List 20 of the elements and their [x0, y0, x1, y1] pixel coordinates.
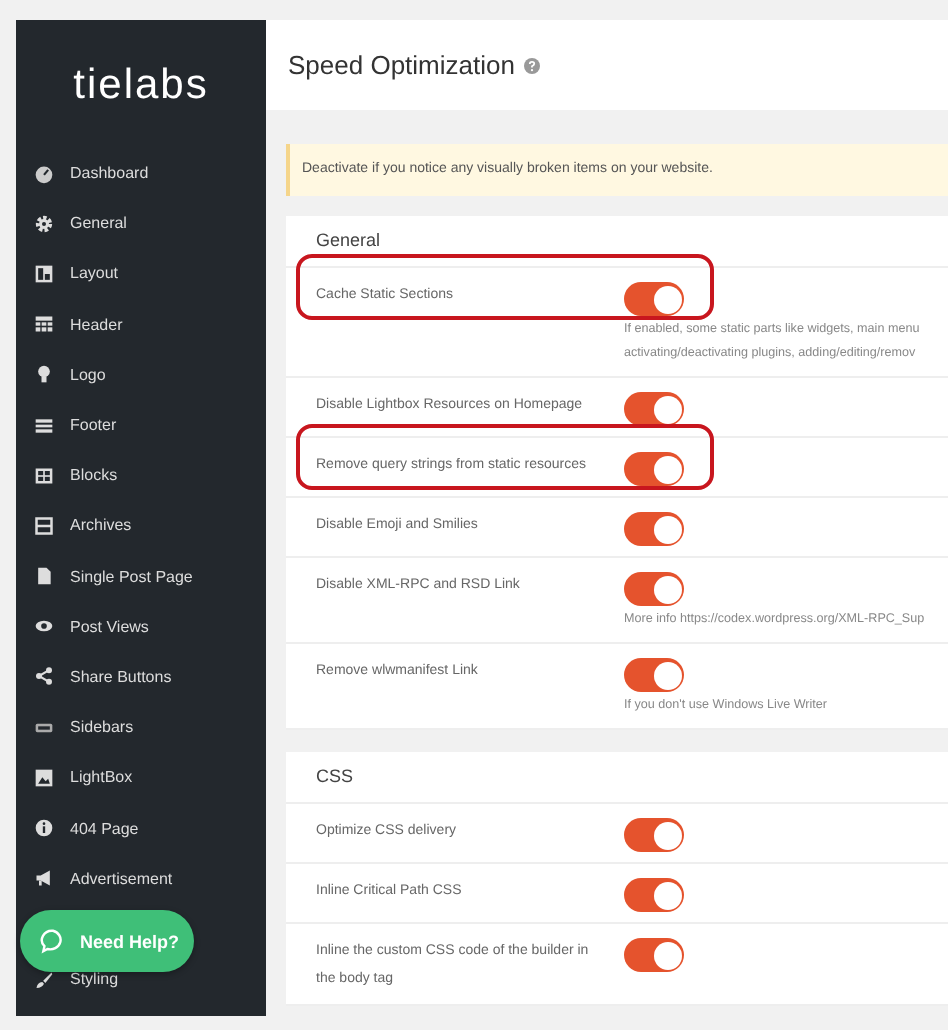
sidebar-item[interactable]: Dashboard: [16, 148, 266, 199]
sidebar-item[interactable]: Post Views: [16, 601, 266, 652]
sidebar-item[interactable]: Footer: [16, 399, 266, 451]
tielabs-logo: tielabs: [73, 60, 209, 112]
sidebar-item[interactable]: General: [16, 198, 266, 249]
sidebar-item[interactable]: Styling: [16, 967, 266, 992]
sidebar-item[interactable]: Logo: [16, 349, 266, 400]
sidebar-item[interactable]: Advertisement: [16, 853, 266, 904]
section-heading: General: [286, 216, 948, 268]
sidebar-item[interactable]: Sidebars: [16, 702, 266, 753]
sidebar-item[interactable]: Header: [16, 299, 266, 350]
page-title: Speed Optimization: [288, 50, 515, 80]
sidebar-item[interactable]: Layout: [16, 248, 266, 300]
sidebar-item[interactable]: Single Post Page: [16, 551, 266, 602]
sidebar-item[interactable]: 404 Page: [16, 802, 266, 854]
sidebar-item[interactable]: LightBox: [16, 752, 266, 803]
sidebar-item[interactable]: Share Buttons: [16, 651, 266, 703]
section-heading: CSS: [286, 752, 948, 804]
sidebar-item[interactable]: Archives: [16, 500, 266, 551]
sidebar-item[interactable]: Blocks: [16, 450, 266, 501]
